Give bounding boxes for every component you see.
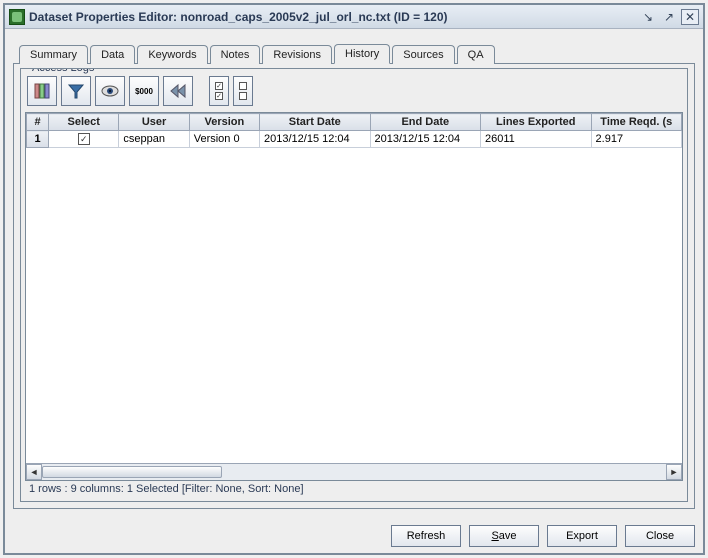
- window: Dataset Properties Editor: nonroad_caps_…: [3, 3, 705, 555]
- content-area: Summary Data Keywords Notes Revisions Hi…: [5, 29, 703, 517]
- tab-summary[interactable]: Summary: [19, 45, 88, 64]
- rewind-icon: [169, 82, 187, 100]
- col-header-end-date[interactable]: End Date: [370, 114, 481, 131]
- access-logs-fieldset: Access Logs $000: [20, 68, 688, 502]
- cell-end-date: 2013/12/15 12:04: [370, 131, 481, 148]
- scroll-thumb[interactable]: [42, 466, 222, 478]
- tab-sources[interactable]: Sources: [392, 45, 454, 64]
- cell-rownum: 1: [27, 131, 49, 148]
- funnel-icon: [67, 82, 85, 100]
- maximize-internal-icon[interactable]: ↗: [660, 9, 678, 25]
- select-all-icon: ✓✓: [215, 82, 223, 100]
- access-log-table: # Select User Version Start Date End Dat…: [26, 113, 682, 148]
- tabs: Summary Data Keywords Notes Revisions Hi…: [13, 43, 695, 63]
- tab-keywords[interactable]: Keywords: [137, 45, 207, 64]
- first-page-button[interactable]: [163, 76, 193, 106]
- format-button[interactable]: $000: [129, 76, 159, 106]
- tab-data[interactable]: Data: [90, 45, 135, 64]
- view-button[interactable]: [95, 76, 125, 106]
- footer-buttons: Refresh Save Export Close: [5, 517, 703, 553]
- toolbar: $000 ✓✓: [25, 74, 683, 112]
- col-header-user[interactable]: User: [119, 114, 189, 131]
- deselect-all-icon: [239, 82, 247, 100]
- col-header-time-reqd[interactable]: Time Reqd. (s: [591, 114, 681, 131]
- refresh-button[interactable]: Refresh: [391, 525, 461, 547]
- col-header-select[interactable]: Select: [49, 114, 119, 131]
- eye-icon: [101, 82, 119, 100]
- col-header-num[interactable]: #: [27, 114, 49, 131]
- horizontal-scrollbar[interactable]: ◄ ►: [26, 463, 682, 480]
- table-header-row: # Select User Version Start Date End Dat…: [27, 114, 682, 131]
- row-checkbox[interactable]: ✓: [78, 133, 90, 145]
- tab-history[interactable]: History: [334, 44, 390, 64]
- save-button[interactable]: Save: [469, 525, 539, 547]
- table-row[interactable]: 1 ✓ cseppan Version 0 2013/12/15 12:04 2…: [27, 131, 682, 148]
- cell-select[interactable]: ✓: [49, 131, 119, 148]
- col-header-start-date[interactable]: Start Date: [260, 114, 371, 131]
- titlebar: Dataset Properties Editor: nonroad_caps_…: [5, 5, 703, 29]
- tab-notes[interactable]: Notes: [210, 45, 261, 64]
- minimize-internal-icon[interactable]: ↘: [639, 9, 657, 25]
- cell-start-date: 2013/12/15 12:04: [260, 131, 371, 148]
- close-internal-icon[interactable]: ✕: [681, 9, 699, 25]
- cell-lines-exported: 26011: [481, 131, 592, 148]
- deselect-all-button[interactable]: [233, 76, 253, 106]
- cell-version: Version 0: [189, 131, 259, 148]
- tab-qa[interactable]: QA: [457, 45, 495, 64]
- cell-time-reqd: 2.917: [591, 131, 681, 148]
- scroll-left-icon[interactable]: ◄: [26, 464, 42, 480]
- cell-user: cseppan: [119, 131, 189, 148]
- app-icon: [9, 9, 25, 25]
- export-button[interactable]: Export: [547, 525, 617, 547]
- col-header-lines-exported[interactable]: Lines Exported: [481, 114, 592, 131]
- tab-revisions[interactable]: Revisions: [262, 45, 332, 64]
- status-bar: 1 rows : 9 columns: 1 Selected [Filter: …: [25, 481, 683, 497]
- tab-panel: Access Logs $000: [13, 63, 695, 509]
- table-container: # Select User Version Start Date End Dat…: [25, 112, 683, 481]
- select-all-button[interactable]: ✓✓: [209, 76, 229, 106]
- filter-button[interactable]: [61, 76, 91, 106]
- columns-button[interactable]: [27, 76, 57, 106]
- col-header-version[interactable]: Version: [189, 114, 259, 131]
- table-scroll: # Select User Version Start Date End Dat…: [26, 113, 682, 463]
- columns-icon: [33, 82, 51, 100]
- window-title: Dataset Properties Editor: nonroad_caps_…: [29, 10, 636, 24]
- close-button[interactable]: Close: [625, 525, 695, 547]
- scroll-right-icon[interactable]: ►: [666, 464, 682, 480]
